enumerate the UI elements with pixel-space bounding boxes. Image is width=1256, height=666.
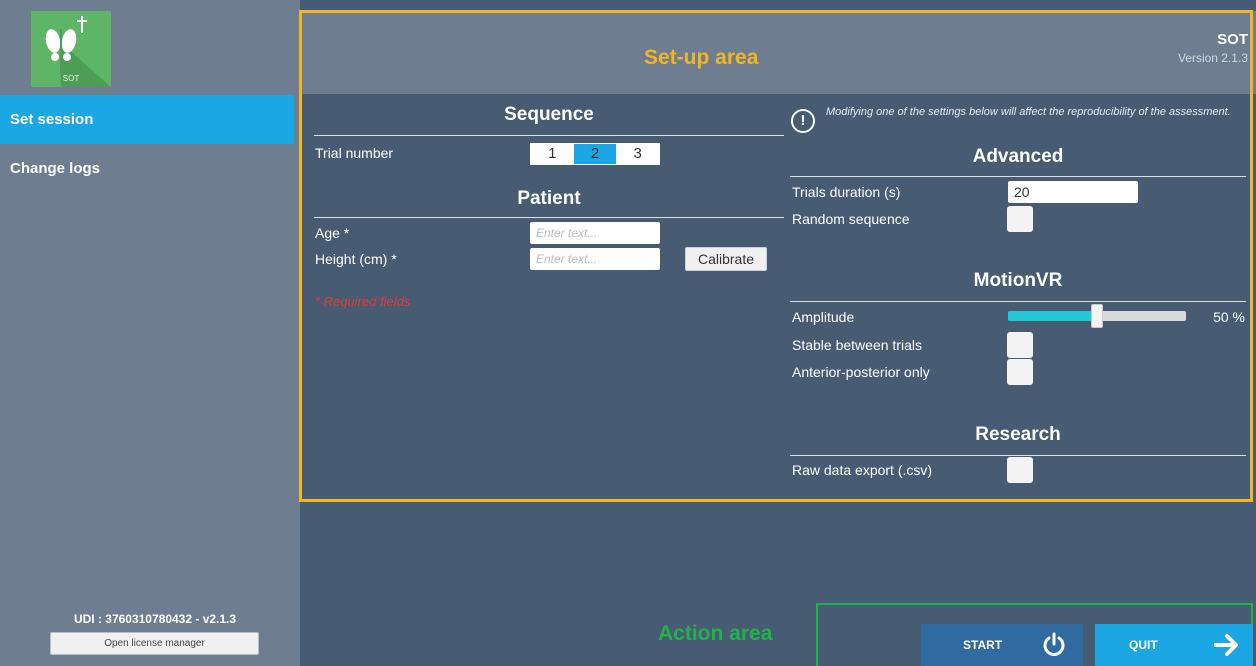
- reproducibility-warning: Modifying one of the settings below will…: [826, 106, 1231, 118]
- amplitude-slider-fill: [1008, 311, 1097, 321]
- motionvr-title: MotionVR: [973, 270, 1063, 291]
- random-sequence-label: Random sequence: [792, 211, 910, 227]
- amplitude-slider-thumb[interactable]: [1091, 304, 1103, 328]
- trial-option-2[interactable]: 2: [573, 144, 617, 164]
- height-label: Height (cm) *: [315, 251, 397, 267]
- patient-divider: [314, 217, 784, 218]
- header-bar: SOT Version 2.1.3: [300, 11, 1256, 94]
- trial-number-label: Trial number: [315, 145, 394, 161]
- app-version: Version 2.1.3: [1177, 51, 1248, 65]
- udi-label: UDI : 3760310780432 - v2.1.3: [73, 612, 237, 626]
- raw-data-export-checkbox[interactable]: [1007, 457, 1033, 483]
- research-divider: [790, 455, 1246, 456]
- logo-label: SOT: [62, 74, 80, 83]
- stable-between-trials-checkbox[interactable]: [1007, 332, 1033, 358]
- exclamation-circle-icon: !: [791, 109, 815, 133]
- research-title: Research: [975, 424, 1061, 445]
- amplitude-label: Amplitude: [792, 309, 855, 325]
- arrow-right-icon: [1214, 634, 1238, 656]
- sidebar-item-change-logs[interactable]: Change logs: [0, 144, 294, 193]
- raw-data-export-label: Raw data export (.csv): [792, 462, 933, 478]
- trial-number-selector: 1 2 3: [530, 143, 660, 165]
- anterior-posterior-checkbox[interactable]: [1007, 359, 1033, 385]
- sequence-divider: [314, 135, 784, 136]
- setup-area-label: Set-up area: [644, 46, 759, 69]
- advanced-divider: [790, 176, 1246, 177]
- stable-between-trials-label: Stable between trials: [792, 337, 922, 353]
- trials-duration-input[interactable]: [1008, 181, 1138, 203]
- required-fields-note: * Required fields: [315, 294, 411, 309]
- start-button[interactable]: START: [921, 624, 1083, 666]
- height-input[interactable]: [530, 248, 660, 270]
- advanced-title: Advanced: [972, 146, 1064, 167]
- amplitude-slider[interactable]: [1008, 304, 1186, 328]
- trial-option-1[interactable]: 1: [531, 144, 574, 164]
- power-icon: [1043, 632, 1065, 656]
- action-area-label: Action area: [658, 622, 773, 645]
- age-label: Age *: [315, 225, 350, 241]
- motionvr-divider: [790, 301, 1246, 302]
- trials-duration-label: Trials duration (s): [792, 184, 901, 200]
- amplitude-value: 50 %: [1213, 309, 1245, 325]
- sequence-title: Sequence: [504, 104, 594, 125]
- age-input[interactable]: [530, 222, 660, 244]
- anterior-posterior-label: Anterior-posterior only: [792, 364, 930, 380]
- sidebar-item-set-session[interactable]: Set session: [0, 95, 294, 144]
- app-title: SOT: [1217, 31, 1248, 48]
- start-button-label: START: [963, 638, 1003, 652]
- sidebar: SOT Set session Change logs UDI : 376031…: [0, 0, 300, 666]
- app-logo: SOT: [31, 11, 111, 87]
- quit-button[interactable]: QUIT: [1095, 624, 1253, 666]
- calibrate-button[interactable]: Calibrate: [685, 247, 767, 271]
- random-sequence-checkbox[interactable]: [1007, 206, 1033, 232]
- quit-button-label: QUIT: [1129, 638, 1158, 652]
- trial-option-3[interactable]: 3: [616, 144, 660, 164]
- main-panel: SOT Version 2.1.3: [300, 0, 1256, 666]
- patient-title: Patient: [517, 188, 581, 209]
- open-license-manager-button[interactable]: Open license manager: [50, 632, 259, 655]
